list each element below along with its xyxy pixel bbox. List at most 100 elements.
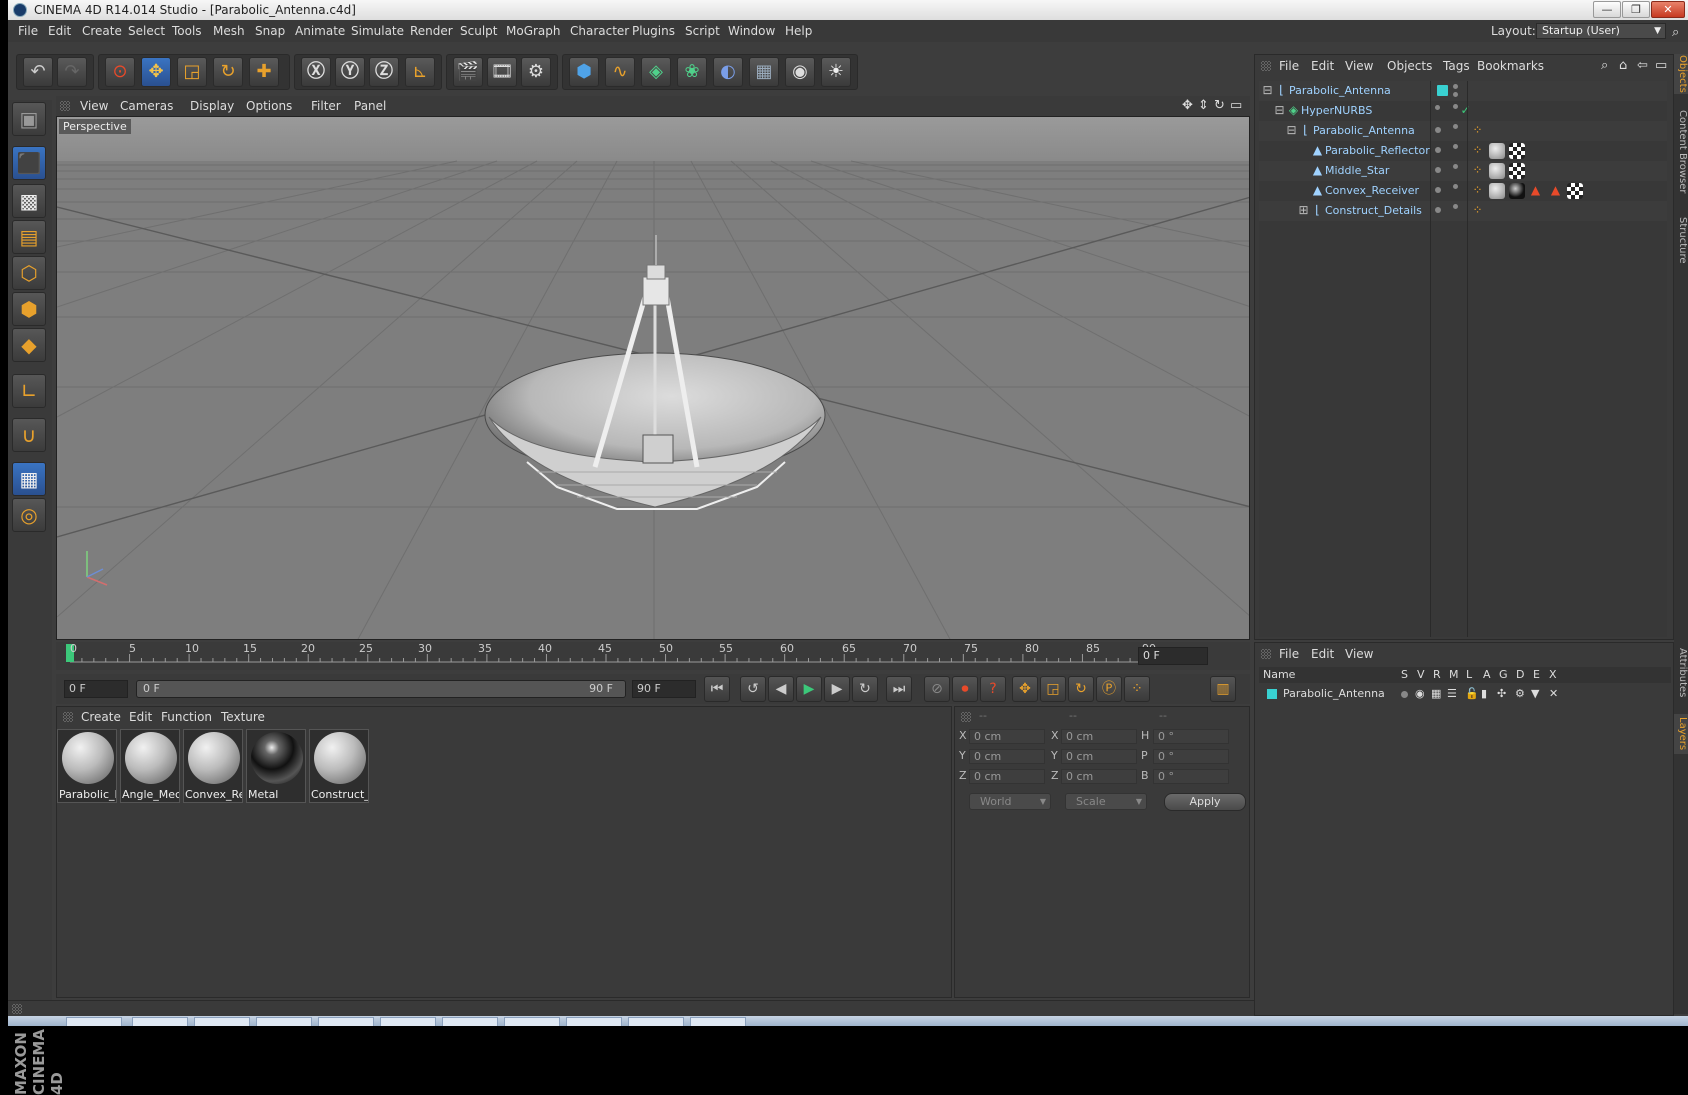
size-y-field[interactable]: 0 cm [1061,749,1137,764]
layer-menu-edit[interactable]: Edit [1311,643,1334,665]
next-frame-icon[interactable]: ▶ [824,676,850,702]
render-visibility-dot[interactable] [1453,104,1458,109]
tree-row-parabolic-antenna-root[interactable]: ⊟ ⌊ Parabolic_Antenna [1259,81,1667,101]
rot-h-field[interactable]: 0 ° [1153,729,1229,744]
current-frame-field[interactable]: 0 F [1138,647,1208,665]
menu-create[interactable]: Create [82,20,122,42]
next-key-icon[interactable]: ↻ [852,676,878,702]
render-view-icon[interactable]: 🎬 [453,57,483,87]
tree-row-middle-star[interactable]: ▲ Middle_Star ⁘ [1259,161,1667,181]
taskbar-button[interactable] [194,1017,250,1026]
pos-z-field[interactable]: 0 cm [969,769,1045,784]
panel-grip-icon[interactable] [12,1004,22,1014]
render-icon[interactable]: ▦ [1431,685,1441,703]
camera-icon[interactable]: ◉ [785,57,815,87]
record-scale-icon[interactable]: ◲ [1040,676,1066,702]
tab-attributes[interactable]: Attributes [1674,640,1688,706]
collapse-icon[interactable]: ⊟ [1273,104,1286,117]
phong-tag-icon[interactable]: ⁘ [1471,124,1484,137]
menu-help[interactable]: Help [785,20,812,42]
redo-icon[interactable]: ↷ [57,57,87,87]
cube-icon[interactable]: ⬢ [569,57,599,87]
record-rotation-icon[interactable]: ↻ [1068,676,1094,702]
material-swatch[interactable]: Construct_ [309,729,369,803]
texture-mode-icon[interactable]: ▩ [12,184,46,218]
viewport-menu-options[interactable]: Options [246,96,292,116]
layer-col-solo[interactable]: S [1401,667,1408,683]
record-point-level-icon[interactable]: ⁘ [1124,676,1150,702]
frame-range-slider[interactable]: 0 F 90 F [136,680,626,698]
menu-snap[interactable]: Snap [255,20,285,42]
z-axis-icon[interactable]: Ⓩ [369,57,399,87]
viewport-maximize-icon[interactable]: ▭ [1230,96,1242,116]
y-axis-icon[interactable]: Ⓨ [335,57,365,87]
viewport-rotate-icon[interactable]: ↻ [1214,96,1225,116]
menu-file[interactable]: File [18,20,38,42]
scale-icon[interactable]: ◲ [177,57,207,87]
rot-p-field[interactable]: 0 ° [1153,749,1229,764]
record-position-icon[interactable]: ✥ [1012,676,1038,702]
deformer-icon[interactable]: ⚙ [1515,685,1525,703]
eye-icon[interactable]: ◉ [1415,685,1425,703]
taskbar-button[interactable] [566,1017,622,1026]
previous-frame-icon[interactable]: ◀ [768,676,794,702]
render-visibility-dot[interactable] [1453,124,1458,129]
material-menu-edit[interactable]: Edit [129,707,152,727]
go-to-end-icon[interactable]: ⏭ [886,676,912,702]
min-frame-field[interactable]: 0 F [64,680,128,698]
previous-key-icon[interactable]: ↺ [740,676,766,702]
menu-animate[interactable]: Animate [295,20,345,42]
editor-visibility-dot[interactable] [1435,187,1441,193]
live-selection-icon[interactable]: ⊙ [105,57,135,87]
selection-tag-icon[interactable]: ▲ [1549,184,1562,197]
points-mode-icon[interactable]: ⬡ [12,256,46,290]
menu-simulate[interactable]: Simulate [351,20,404,42]
viewport-menu-filter[interactable]: Filter [311,96,341,116]
tab-structure[interactable]: Structure [1674,210,1688,270]
phong-tag-icon[interactable]: ⁘ [1471,164,1484,177]
expression-icon[interactable]: ▼ [1531,685,1539,703]
model-mode-icon[interactable]: ⬛ [12,146,46,180]
expand-icon[interactable]: ⊞ [1297,204,1310,217]
apply-button[interactable]: Apply [1164,793,1246,811]
menu-select[interactable]: Select [128,20,165,42]
viewport-menu-cameras[interactable]: Cameras [120,96,173,116]
nurbs-icon[interactable]: ◈ [641,57,671,87]
uvw-tag-icon[interactable] [1567,183,1583,199]
autokey-icon[interactable]: ⏺ [952,676,978,702]
layer-col-deformers[interactable]: D [1516,667,1524,683]
render-picture-viewer-icon[interactable]: 🎞 [487,57,517,87]
panel-grip-icon[interactable] [961,712,971,722]
editor-visibility-dot[interactable] [1435,127,1441,133]
rotate-icon[interactable]: ↻ [213,57,243,87]
array-icon[interactable]: ❀ [677,57,707,87]
obj-menu-tags[interactable]: Tags [1443,55,1470,77]
render-visibility-dot[interactable] [1453,204,1458,209]
size-x-field[interactable]: 0 cm [1061,729,1137,744]
material-tag-icon[interactable] [1489,163,1505,179]
layout-dropdown[interactable]: Startup (User) ▼ [1536,23,1666,39]
menu-render[interactable]: Render [410,20,453,42]
taskbar-button[interactable] [132,1017,188,1026]
manager-icon[interactable]: ☰ [1447,685,1457,703]
material-swatch[interactable]: Convex_Re [183,729,243,803]
layer-menu-view[interactable]: View [1345,643,1373,665]
menu-sculpt[interactable]: Sculpt [460,20,497,42]
pos-y-field[interactable]: 0 cm [969,749,1045,764]
magnet-icon[interactable]: ∪ [12,418,46,452]
spline-icon[interactable]: ∿ [605,57,635,87]
viewport-camera-label[interactable]: Perspective [59,119,131,134]
go-to-start-icon[interactable]: ⏮ [704,676,730,702]
axis-mode-icon[interactable]: ∟ [12,374,46,408]
edges-mode-icon[interactable]: ⬢ [12,292,46,326]
editor-visibility-dot[interactable] [1435,207,1441,213]
metal-material-tag-icon[interactable] [1509,183,1525,199]
minimize-button[interactable]: — [1593,1,1621,18]
phong-tag-icon[interactable]: ⁘ [1471,184,1484,197]
lock-icon[interactable]: 🔓 [1465,685,1479,703]
editor-visibility-dot[interactable] [1435,167,1441,173]
viewport-zoom-icon[interactable]: ⇕ [1198,96,1209,116]
collapse-icon[interactable]: ⊟ [1285,124,1298,137]
menu-plugins[interactable]: Plugins [632,20,675,42]
selection-tag-icon[interactable]: ▲ [1529,184,1542,197]
